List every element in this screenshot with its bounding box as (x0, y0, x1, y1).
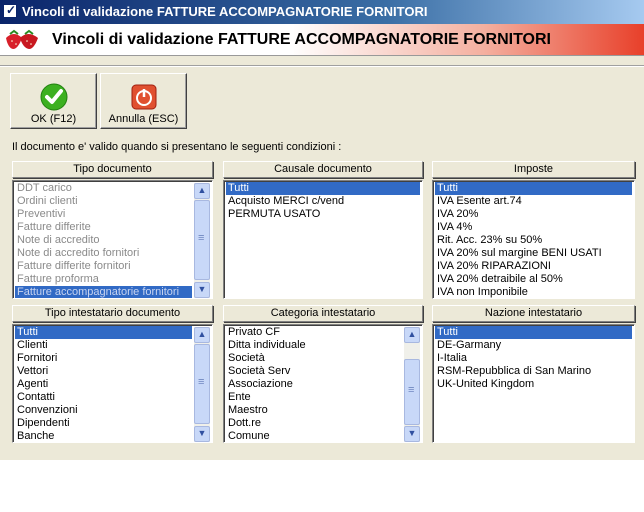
list-item[interactable]: I-Italia (435, 352, 632, 365)
window-title: Vincoli di validazione FATTURE ACCOMPAGN… (22, 4, 428, 19)
list-item[interactable]: Comune (226, 430, 402, 442)
list-item[interactable]: UK-United Kingdom (435, 378, 632, 391)
header-divider (0, 65, 644, 67)
list-item[interactable]: Convenzioni (15, 404, 192, 417)
list-item[interactable]: Rit. Acc. 23% su 50% (435, 234, 632, 247)
list-item-selected[interactable]: Tutti (435, 182, 632, 195)
tipo-documento-items: DDT carico Ordini clienti Preventivi Fat… (15, 182, 192, 298)
list-item[interactable]: Fornitori (15, 352, 192, 365)
list-item[interactable]: Ditta individuale (226, 339, 402, 352)
list-item-selected[interactable]: Tutti (15, 326, 192, 339)
scroll-down-icon[interactable]: ▼ (194, 426, 210, 442)
list-item[interactable]: Dott.re (226, 417, 402, 430)
list-item[interactable]: IVA 20% sul margine BENI USATI (435, 247, 632, 260)
nazione-intestatario-items: Tutti DE-Garmany I-Italia RSM-Repubblica… (435, 326, 632, 391)
ok-button[interactable]: OK (F12) (10, 73, 97, 129)
categoria-intestatario-scrollbar[interactable]: ▲ ▼ (404, 327, 420, 442)
power-stop-icon (131, 84, 157, 110)
panel-header-tipo-documento: Tipo documento (12, 161, 213, 178)
tipo-intestatario-items: Tutti Clienti Fornitori Vettori Agenti C… (15, 326, 192, 442)
nazione-intestatario-list[interactable]: Tutti DE-Garmany I-Italia RSM-Repubblica… (432, 324, 635, 443)
scroll-thumb[interactable] (404, 359, 420, 425)
list-item[interactable]: IVA 20% detraibile al 50% (435, 273, 632, 286)
list-item[interactable]: Acquisto MERCI c/vend (226, 195, 420, 208)
list-item[interactable]: Dipendenti (15, 417, 192, 430)
strawberry-icon (6, 29, 38, 49)
list-item[interactable]: Associazione (226, 378, 402, 391)
cancel-button-label: Annulla (ESC) (108, 113, 179, 125)
scroll-up-icon[interactable]: ▲ (194, 327, 210, 343)
list-item[interactable]: Vettori (15, 365, 192, 378)
list-item[interactable]: Privato CF (226, 326, 402, 339)
list-item[interactable]: Banche (15, 430, 192, 442)
list-item[interactable]: Ente (226, 391, 402, 404)
scroll-down-icon[interactable]: ▼ (194, 282, 210, 298)
tipo-intestatario-scrollbar[interactable]: ▲ ▼ (194, 327, 210, 442)
scroll-down-icon[interactable]: ▼ (404, 426, 420, 442)
list-item[interactable]: DE-Garmany (435, 339, 632, 352)
panel-header-imposte: Imposte (432, 161, 635, 178)
list-item[interactable]: Ordini clienti (15, 195, 192, 208)
list-item[interactable]: RSM-Repubblica di San Marino (435, 365, 632, 378)
categoria-intestatario-list[interactable]: Privato CF Ditta individuale Società Soc… (223, 324, 423, 443)
scroll-up-icon[interactable]: ▲ (404, 327, 420, 343)
list-item[interactable]: Agenti (15, 378, 192, 391)
scroll-up-icon[interactable]: ▲ (194, 183, 210, 199)
panel-nazione-intestatario: Nazione intestatario Tutti DE-Garmany I-… (432, 305, 635, 443)
list-item[interactable]: Clienti (15, 339, 192, 352)
panel-header-categoria-intestatario: Categoria intestatario (223, 305, 423, 322)
list-item[interactable]: DDT carico (15, 182, 192, 195)
intro-text: Il documento e' valido quando si present… (12, 141, 342, 153)
scroll-thumb[interactable] (194, 344, 210, 424)
list-item-selected[interactable]: Tutti (226, 182, 420, 195)
imposte-items: Tutti IVA Esente art.74 IVA 20% IVA 4% R… (435, 182, 632, 298)
causale-documento-items: Tutti Acquisto MERCI c/vend PERMUTA USAT… (226, 182, 420, 221)
list-item[interactable]: Preventivi (15, 208, 192, 221)
scroll-thumb[interactable] (194, 200, 210, 280)
tipo-documento-scrollbar[interactable]: ▲ ▼ (194, 183, 210, 298)
categoria-intestatario-items: Privato CF Ditta individuale Società Soc… (226, 326, 402, 442)
list-item[interactable]: IVA 4% (435, 221, 632, 234)
panel-header-causale-documento: Causale documento (223, 161, 423, 178)
imposte-list[interactable]: Tutti IVA Esente art.74 IVA 20% IVA 4% R… (432, 180, 635, 299)
list-item[interactable]: PERMUTA USATO (226, 208, 420, 221)
dialog-window: Vincoli di validazione FATTURE ACCOMPAGN… (0, 0, 644, 460)
title-bar[interactable]: Vincoli di validazione FATTURE ACCOMPAGN… (0, 0, 644, 24)
list-item-selected[interactable]: Fatture accompagnatorie fornitori (15, 286, 192, 298)
check-icon (40, 83, 68, 111)
list-item[interactable]: Contatti (15, 391, 192, 404)
list-item[interactable]: IVA non Imponibile (435, 286, 632, 298)
app-check-icon (3, 3, 17, 18)
list-item[interactable]: Maestro (226, 404, 402, 417)
list-item[interactable]: IVA 20% (435, 208, 632, 221)
list-item[interactable]: Note di accredito fornitori (15, 247, 192, 260)
list-item[interactable]: IVA Esente art.74 (435, 195, 632, 208)
list-item[interactable]: Fatture proforma (15, 273, 192, 286)
header-title: Vincoli di validazione FATTURE ACCOMPAGN… (52, 31, 551, 48)
tipo-intestatario-list[interactable]: Tutti Clienti Fornitori Vettori Agenti C… (12, 324, 213, 443)
list-item[interactable]: Fatture differite (15, 221, 192, 234)
list-item[interactable]: Società Serv (226, 365, 402, 378)
ok-button-label: OK (F12) (30, 113, 77, 125)
panel-header-nazione-intestatario: Nazione intestatario (432, 305, 635, 322)
causale-documento-list[interactable]: Tutti Acquisto MERCI c/vend PERMUTA USAT… (223, 180, 423, 299)
header-banner: Vincoli di validazione FATTURE ACCOMPAGN… (0, 24, 644, 56)
list-item[interactable]: Note di accredito (15, 234, 192, 247)
panel-imposte: Imposte Tutti IVA Esente art.74 IVA 20% … (432, 161, 635, 299)
list-item[interactable]: Fatture differite fornitori (15, 260, 192, 273)
panel-categoria-intestatario: Categoria intestatario Privato CF Ditta … (223, 305, 423, 443)
cancel-button[interactable]: Annulla (ESC) (100, 73, 187, 129)
panel-tipo-intestatario: Tipo intestatario documento Tutti Client… (12, 305, 213, 443)
list-item[interactable]: IVA 20% RIPARAZIONI (435, 260, 632, 273)
panel-tipo-documento: Tipo documento DDT carico Ordini clienti… (12, 161, 213, 299)
tipo-documento-list[interactable]: DDT carico Ordini clienti Preventivi Fat… (12, 180, 213, 299)
list-item[interactable]: Società (226, 352, 402, 365)
panel-header-tipo-intestatario: Tipo intestatario documento (12, 305, 213, 322)
list-item-selected[interactable]: Tutti (435, 326, 632, 339)
panel-causale-documento: Causale documento Tutti Acquisto MERCI c… (223, 161, 423, 299)
